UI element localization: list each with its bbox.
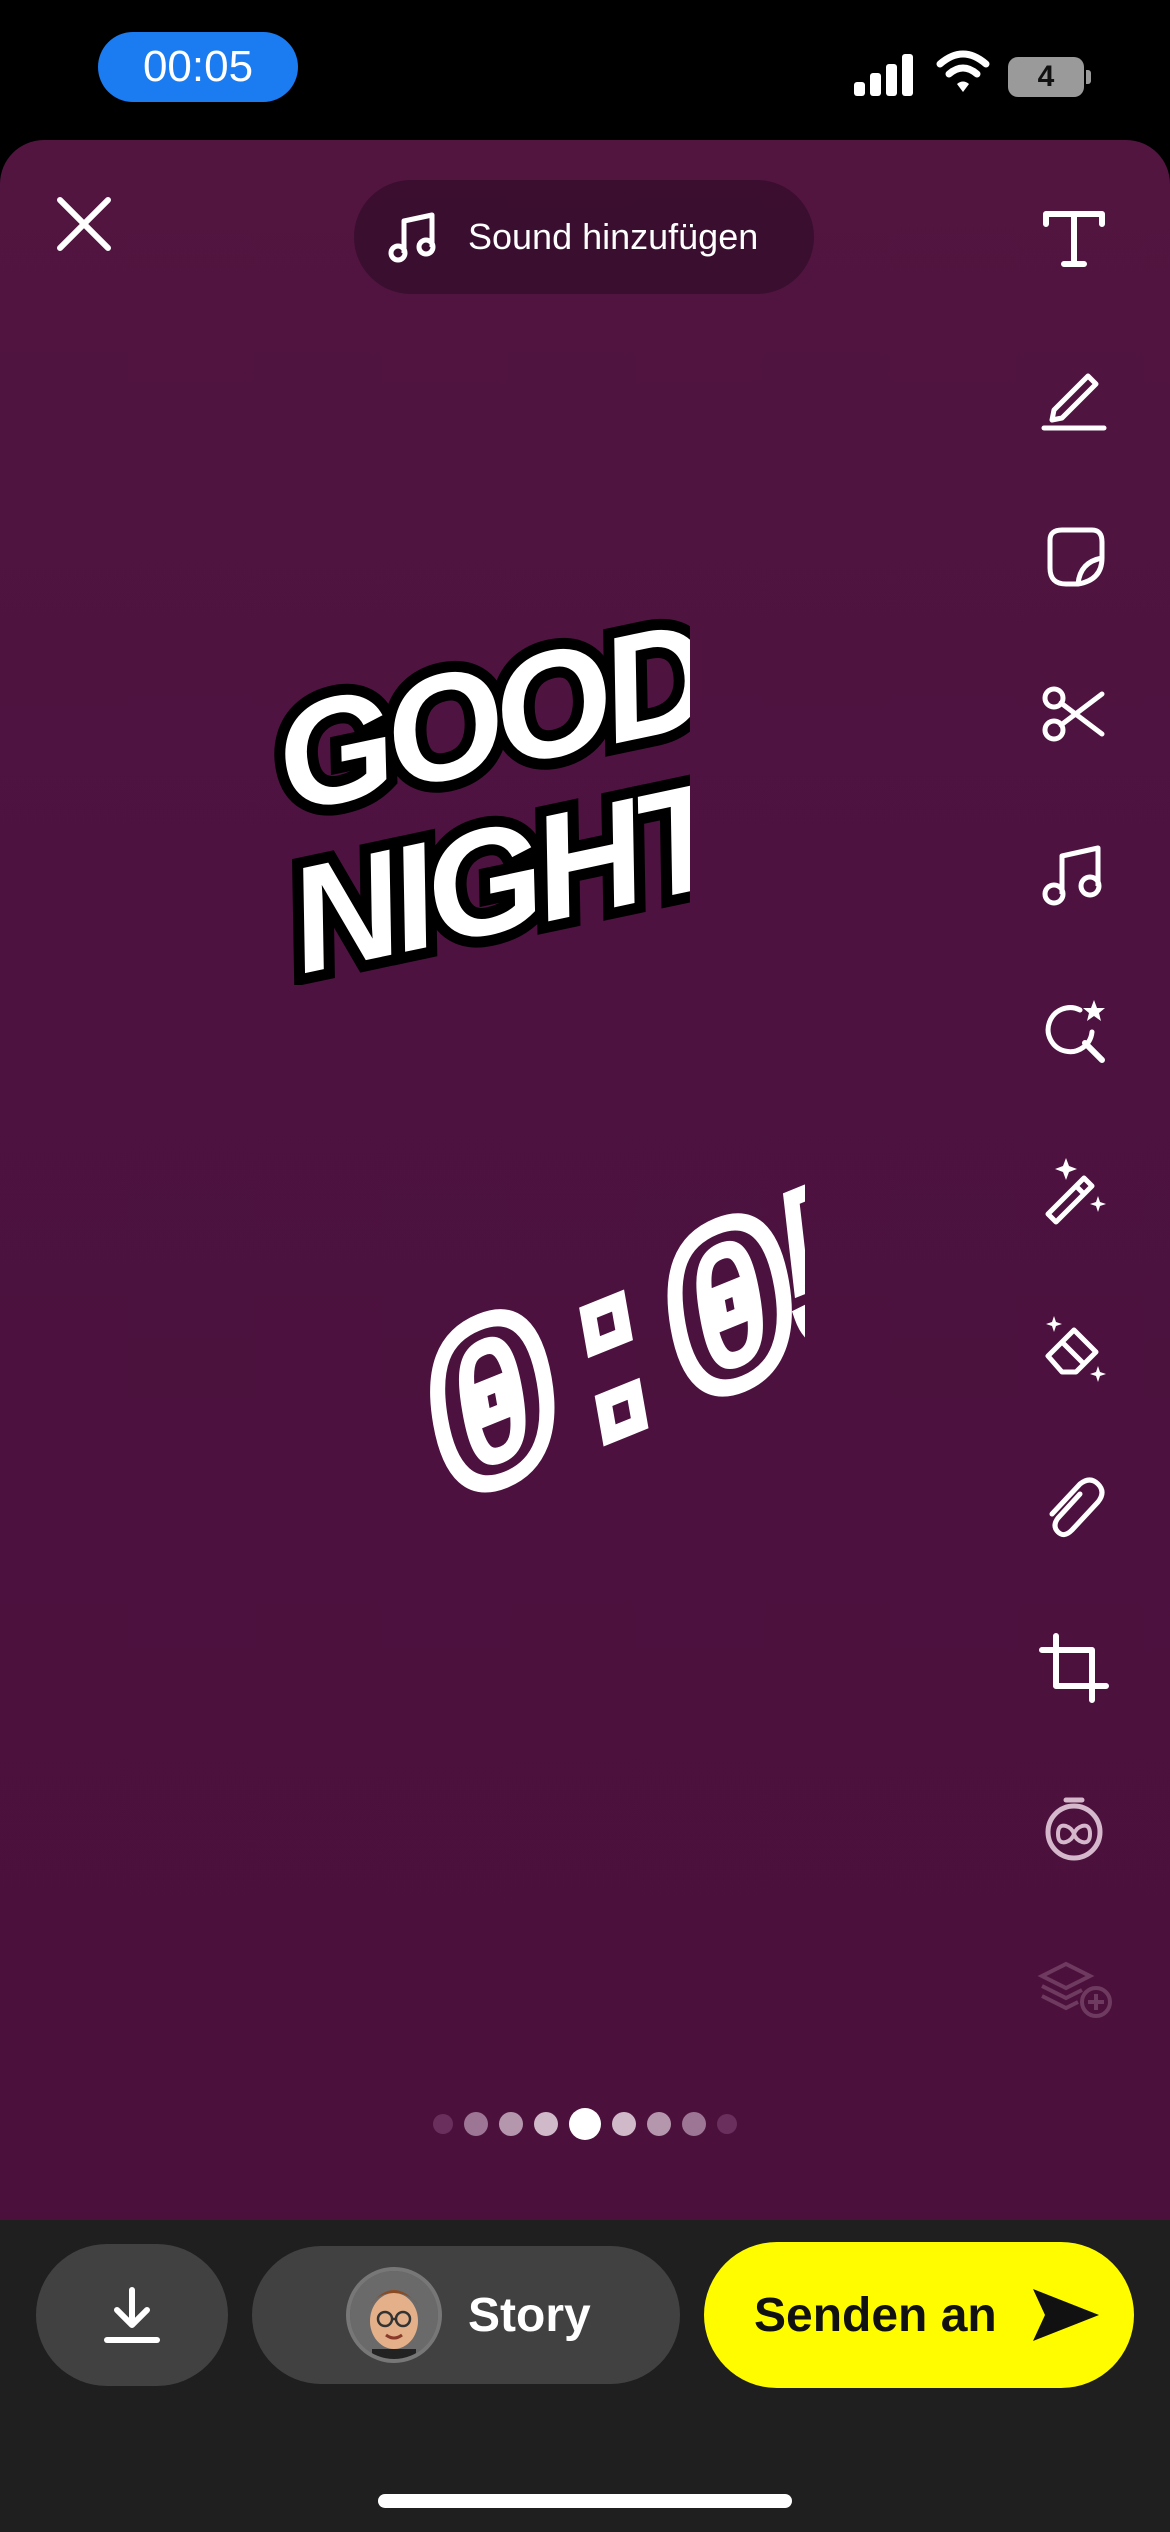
page-dot[interactable]	[717, 2114, 737, 2134]
paperclip-icon[interactable]	[1036, 1472, 1112, 1548]
timer-sticker[interactable]: 0:05	[385, 1165, 805, 1545]
crop-icon[interactable]	[1036, 1630, 1112, 1706]
page-dot-active[interactable]	[569, 2108, 601, 2140]
eraser-icon[interactable]	[1036, 1312, 1112, 1388]
cellular-signal-icon	[854, 54, 913, 96]
page-dot[interactable]	[647, 2112, 671, 2136]
page-dot[interactable]	[534, 2112, 558, 2136]
sticker-icon[interactable]	[1036, 518, 1112, 594]
battery-nub	[1086, 70, 1091, 84]
story-label: Story	[468, 2288, 591, 2342]
lens-search-icon[interactable]	[1036, 994, 1112, 1070]
bitmoji-avatar-icon	[350, 2271, 438, 2359]
timer-text: 0:05	[408, 1165, 805, 1545]
battery-indicator: 4	[1008, 57, 1084, 97]
page-dot[interactable]	[612, 2112, 636, 2136]
page-dot[interactable]	[499, 2112, 523, 2136]
page-dot[interactable]	[464, 2112, 488, 2136]
page-dot[interactable]	[433, 2114, 453, 2134]
close-icon[interactable]	[50, 190, 118, 258]
avatar	[346, 2267, 442, 2363]
add-sound-button[interactable]: Sound hinzufügen	[354, 180, 814, 294]
send-to-button[interactable]: Senden an	[704, 2242, 1134, 2388]
home-indicator	[378, 2494, 792, 2508]
page-dot[interactable]	[682, 2112, 706, 2136]
send-to-label: Senden an	[754, 2288, 997, 2342]
music-icon[interactable]	[1036, 836, 1112, 912]
page-indicator	[0, 2104, 1170, 2144]
status-bar: 00:05 4	[0, 0, 1170, 140]
goodnight-sticker[interactable]: GOOD NIGHT	[250, 615, 690, 985]
save-button[interactable]	[36, 2244, 228, 2386]
story-button[interactable]: Story	[252, 2246, 680, 2384]
send-arrow-icon	[1032, 2289, 1099, 2341]
scissors-icon[interactable]	[1036, 676, 1112, 752]
status-time: 00:05	[98, 32, 298, 102]
download-icon	[104, 2287, 160, 2343]
bottom-action-bar: Story Senden an	[0, 2220, 1170, 2532]
wifi-icon	[936, 50, 990, 92]
pencil-icon[interactable]	[1036, 358, 1112, 434]
add-sound-label: Sound hinzufügen	[468, 216, 759, 257]
music-note-icon	[388, 212, 436, 263]
layers-add-icon[interactable]	[1036, 1950, 1112, 2026]
magic-wand-icon[interactable]	[1036, 1152, 1112, 1228]
text-tool-icon[interactable]	[1036, 200, 1112, 276]
loop-timer-icon[interactable]	[1036, 1790, 1112, 1866]
